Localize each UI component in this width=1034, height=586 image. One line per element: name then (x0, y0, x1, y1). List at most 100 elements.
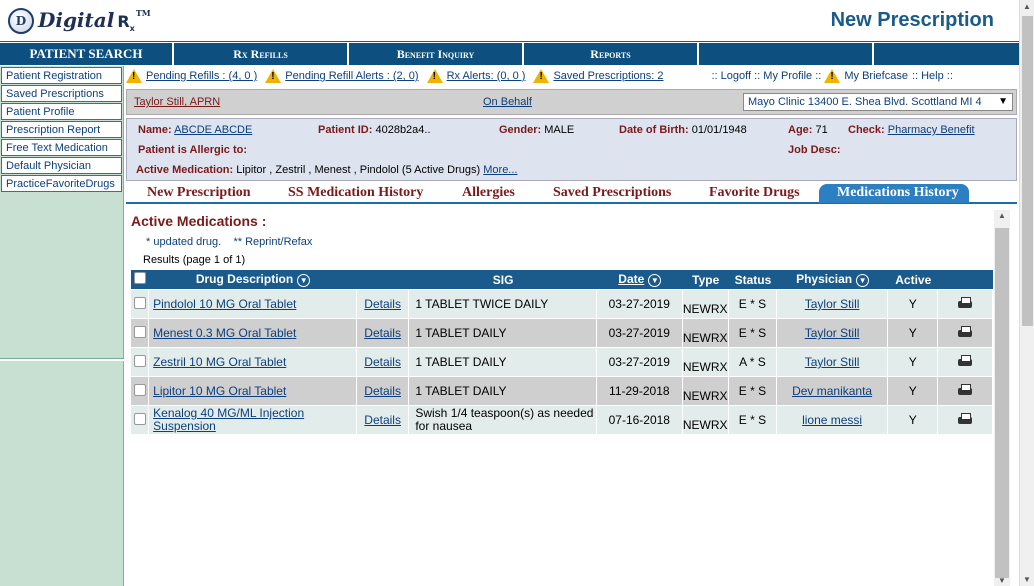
tab-favorite-drugs[interactable]: Favorite Drugs (709, 185, 800, 201)
sidebar-item-patient-profile[interactable]: Patient Profile (1, 103, 122, 120)
active-cell: Y (888, 406, 939, 434)
scroll-down-icon[interactable]: ▼ (998, 576, 1006, 585)
chevron-down-icon: ▼ (998, 96, 1008, 107)
printer-icon[interactable] (958, 296, 973, 309)
row-checkbox[interactable] (133, 296, 146, 309)
medications-history-panel: Active Medications : * updated drug. ** … (126, 206, 1017, 586)
table-row: Zestril 10 MG Oral Tablet Details 1 TABLET… (131, 348, 993, 376)
details-cell: Details (356, 377, 410, 405)
tab-allergies[interactable]: Allergies (462, 185, 515, 201)
my-briefcase-link[interactable]: My Briefcase (844, 70, 908, 82)
pending-refills-link[interactable]: Pending Refills : (4, 0 ) (146, 70, 257, 82)
printer-icon[interactable] (958, 325, 973, 338)
printer-icon[interactable] (958, 354, 973, 367)
drug-cell: Zestril 10 MG Oral Tablet (149, 348, 357, 376)
drug-link[interactable]: Menest 0.3 MG Oral Tablet (153, 326, 296, 340)
col-drug-description[interactable]: Drug Description ▼ (149, 270, 357, 289)
logo-text: Digital RxTM (38, 8, 151, 34)
scroll-down-icon[interactable]: ▼ (1023, 575, 1031, 584)
saved-prescriptions-link[interactable]: Saved Prescriptions: 2 (553, 70, 663, 82)
patient-name-link[interactable]: ABCDE ABCDE (174, 124, 252, 136)
printer-icon[interactable] (958, 383, 973, 396)
date-cell: 03-27-2019 (596, 290, 683, 318)
nav-benefit-inquiry[interactable]: Benefit Inquiry (349, 43, 524, 65)
user-name-link[interactable]: Taylor Still, APRN (134, 96, 220, 108)
details-cell: Details (356, 290, 410, 318)
row-checkbox[interactable] (133, 354, 146, 367)
col-print (938, 270, 993, 289)
physician-cell: lione messi (777, 406, 889, 434)
drug-link[interactable]: Pindolol 10 MG Oral Tablet (153, 297, 296, 311)
row-checkbox[interactable] (133, 412, 146, 425)
row-checkbox[interactable] (133, 325, 146, 338)
sidebar-item-free-text-medication[interactable]: Free Text Medication (1, 139, 122, 156)
age-value: 71 (815, 124, 828, 136)
table-row: Kenalog 40 MG/ML Injection Suspension Det… (131, 406, 993, 434)
help-link[interactable]: :: Help :: (912, 70, 953, 82)
tab-saved-prescriptions[interactable]: Saved Prescriptions (553, 185, 671, 201)
sort-drug-icon[interactable]: ▼ (297, 273, 311, 287)
content-scrollbar[interactable]: ▲ ▼ (994, 210, 1010, 586)
on-behalf-link[interactable]: On Behalf (483, 96, 532, 108)
tab-medications-history[interactable]: Medications History (819, 184, 969, 203)
printer-icon[interactable] (958, 412, 973, 425)
active-medication-value: Lipitor , Zestril , Menest , Pindolol (5… (236, 164, 481, 176)
results-count: Results (page 1 of 1) (143, 254, 246, 266)
scroll-up-icon[interactable]: ▲ (1023, 2, 1031, 11)
window-scrollbar[interactable]: ▲ ▼ (1019, 0, 1034, 586)
select-all-checkbox[interactable] (134, 272, 147, 284)
physician-link[interactable]: Dev manikanta (792, 384, 872, 398)
physician-link[interactable]: lione messi (802, 413, 862, 427)
details-link[interactable]: Details (364, 355, 401, 369)
details-cell: Details (356, 319, 410, 347)
col-date[interactable]: Date ▼ (596, 270, 683, 289)
physician-link[interactable]: Taylor Still (805, 297, 860, 311)
details-link[interactable]: Details (364, 384, 401, 398)
sidebar-item-prescription-report[interactable]: Prescription Report (1, 121, 122, 138)
logo-mark-icon: D (8, 8, 34, 34)
sig-cell: 1 TABLET DAILY (409, 348, 597, 376)
pharmacy-benefit-link[interactable]: Pharmacy Benefit (888, 124, 975, 136)
drug-link[interactable]: Zestril 10 MG Oral Tablet (153, 355, 286, 369)
details-link[interactable]: Details (364, 326, 401, 340)
nav-reports[interactable]: Reports (524, 43, 699, 65)
logoff-profile-links[interactable]: :: Logoff :: My Profile :: (712, 70, 822, 82)
nav-patient-search[interactable]: PATIENT SEARCH (0, 43, 174, 65)
row-checkbox[interactable] (133, 383, 146, 396)
allergic-label: Patient is Allergic to: (138, 144, 248, 156)
active-medications-title: Active Medications : (131, 213, 267, 229)
physician-link[interactable]: Taylor Still (805, 355, 860, 369)
details-link[interactable]: Details (364, 413, 401, 427)
col-details (356, 270, 410, 289)
clinic-select[interactable]: Mayo Clinic 13400 E. Shea Blvd. Scottlan… (743, 93, 1013, 111)
drug-link[interactable]: Kenalog 40 MG/ML Injection Suspension (153, 406, 304, 433)
details-link[interactable]: Details (364, 297, 401, 311)
gender-value: MALE (544, 124, 575, 136)
col-physician[interactable]: Physician ▼ (777, 270, 889, 289)
table-header-row: Drug Description ▼ SIG Date ▼ Type Status … (131, 270, 993, 289)
rx-alerts-link[interactable]: Rx Alerts: (0, 0 ) (447, 70, 526, 82)
tab-new-prescription[interactable]: New Prescription (147, 185, 251, 201)
sort-date-icon[interactable]: ▼ (648, 273, 662, 287)
more-link[interactable]: More... (483, 164, 517, 176)
physician-link[interactable]: Taylor Still (805, 326, 860, 340)
sidebar-item-practice-favorite-drugs[interactable]: PracticeFavoriteDrugs (1, 175, 122, 192)
sidebar-item-default-physician[interactable]: Default Physician (1, 157, 122, 174)
tab-ss-medication-history[interactable]: SS Medication History (288, 185, 423, 201)
sidebar-item-saved-prescriptions[interactable]: Saved Prescriptions (1, 85, 122, 102)
nav-rx-refills[interactable]: Rx Refills (174, 43, 349, 65)
sidebar-item-patient-registration[interactable]: Patient Registration (1, 67, 122, 84)
sort-physician-icon[interactable]: ▼ (856, 273, 870, 287)
scroll-thumb[interactable] (1022, 16, 1033, 326)
type-cell: NEWRX (682, 406, 729, 434)
user-bar: Taylor Still, APRN On Behalf Mayo Clinic… (126, 89, 1017, 115)
content-scroll-thumb[interactable] (995, 228, 1009, 578)
details-cell: Details (356, 406, 410, 434)
legend-updated: * updated drug. (146, 236, 222, 248)
drug-link[interactable]: Lipitor 10 MG Oral Tablet (153, 384, 286, 398)
pending-refill-alerts-link[interactable]: Pending Refill Alerts : (2, 0) (285, 70, 418, 82)
clinic-select-value: Mayo Clinic 13400 E. Shea Blvd. Scottlan… (748, 96, 982, 108)
scroll-up-icon[interactable]: ▲ (998, 211, 1006, 220)
col-sig: SIG (409, 270, 597, 289)
date-cell: 03-27-2019 (596, 348, 683, 376)
